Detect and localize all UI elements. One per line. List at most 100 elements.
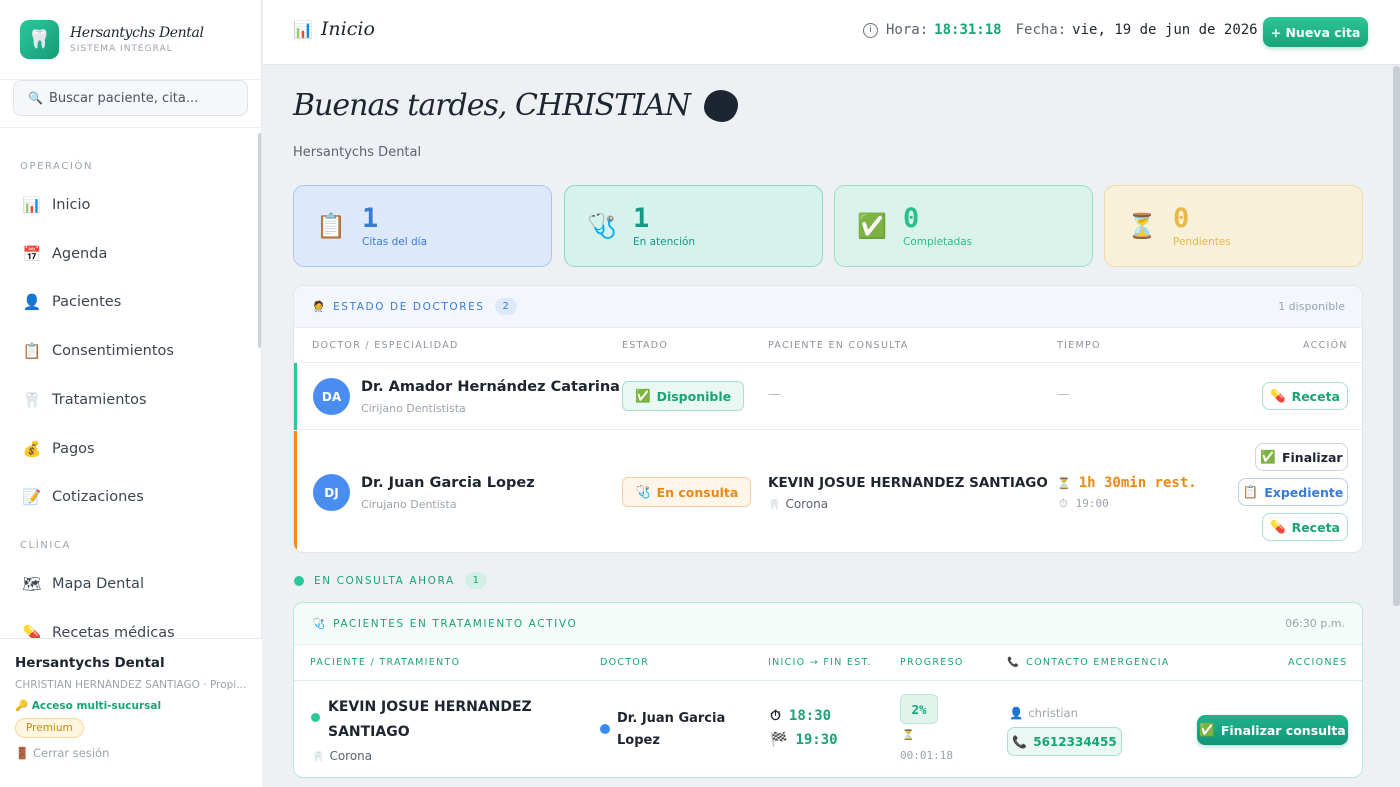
column-header: ACCIÓN [1303,340,1348,351]
sidebar-item-pacientes[interactable]: 👤 Pacientes [22,287,242,317]
sidebar-item-tratamientos[interactable]: 🦷 Tratamientos [22,385,242,415]
in-consult-header: EN CONSULTA AHORA 1 [294,572,487,589]
card-title: ESTADO DE DOCTORES [333,300,485,313]
sidebar-item-mapa-dental[interactable]: 🗺 Mapa Dental [22,569,242,599]
clipboard-icon: 📋 [22,342,42,360]
button-label: Finalizar consulta [1220,722,1346,738]
door-icon: 🚪 [15,746,33,760]
logout-link[interactable]: 🚪 Cerrar sesión [15,746,247,760]
chart-icon: 📊 [22,196,42,214]
contact-name: 👤 christian [1009,706,1078,720]
sidebar-item-agenda[interactable]: 📅 Agenda [22,239,242,269]
new-appointment-button[interactable]: + Nueva cita [1263,17,1368,47]
org-name: Hersantychs Dental [15,655,165,671]
time-empty: — [1057,387,1070,402]
clock: i Hora: 18:31:18 Fecha: vie, 19 de jun d… [863,22,1258,38]
doctor-specialty: Cirujano Dentista [361,498,457,511]
table-row: DJ Dr. Juan Garcia Lopez Cirujano Dentis… [294,431,1362,552]
check-icon: ✅ [1199,722,1215,737]
column-header: DOCTOR [600,657,650,668]
search-placeholder: Buscar paciente, cita... [48,90,199,106]
sidebar-item-consentimientos[interactable]: 📋 Consentimientos [22,336,242,366]
brand-name: Hersantychs Dental [70,25,204,41]
sidebar-item-cotizaciones[interactable]: 📝 Cotizaciones [22,482,242,512]
logout-label: Cerrar sesión [32,746,110,760]
nav-section-operacion: OPERACIÓN [20,161,94,172]
sidebar-item-label: Mapa Dental [52,576,144,592]
start-time: ⏱ 18:30 [770,708,831,724]
status-badge: 🩺 En consulta [622,477,752,507]
doctor-icon: 🧑‍⚕️ [312,301,326,313]
status-indicator [294,363,297,430]
map-icon: 🗺 [22,575,42,593]
chart-icon: 📊 [293,19,313,39]
stat-value: 1 [362,203,379,234]
elapsed-time: 00:01:18 [900,749,953,762]
prescription-button[interactable]: 💊 Receta [1262,382,1348,410]
search-input[interactable]: 🔍 Buscar paciente, cita... [13,80,248,116]
stat-card-pendientes[interactable]: ⏳ 0 Pendientes [1104,185,1363,267]
record-button[interactable]: 📋 Expediente [1238,478,1348,506]
date-value: vie, 19 de jun de 2026 [1072,22,1258,38]
greeting-subtitle: Hersantychs Dental [293,145,422,160]
check-icon: ✅ [635,388,651,403]
stat-card-completadas[interactable]: ✅ 0 Completadas [834,185,1093,267]
doctor-name-line2: Lopez [617,733,660,748]
clipboard-icon: 📋 [1242,484,1259,499]
column-header-label: CONTACTO EMERGENCIA [1026,657,1170,668]
stethoscope-icon: 🩺 [312,618,326,630]
stopwatch-icon: ⏱ [770,708,781,724]
stat-card-atencion[interactable]: 🩺 1 En atención [564,185,823,267]
end-time: 🏁 19:30 [770,732,838,748]
finish-consult-button[interactable]: ✅ Finalizar consulta [1197,715,1348,745]
status-label: Disponible [656,388,732,404]
tooth-icon: 🦷 [22,391,42,409]
sidebar-item-label: Inicio [52,197,91,213]
column-header: PACIENTE EN CONSULTA [768,340,909,351]
phone-icon: 📞 [1012,734,1028,749]
access-label: 🔑 Acceso multi-sucursal [15,700,162,712]
calendar-icon: 📅 [22,245,42,263]
column-header: INICIO → FIN EST. [768,657,872,668]
stat-label: Citas del día [362,236,428,248]
treatment-label: Corona [329,749,373,763]
page-title: 📊 Inicio [293,18,375,40]
nav-section-clinica: CLÍNICA [20,540,71,551]
column-header: PACIENTE / TRATAMIENTO [310,657,461,668]
clock-icon: ⏱ [1059,497,1068,510]
stat-card-citas[interactable]: 📋 1 Citas del día [293,185,552,267]
topbar: 📊 Inicio i Hora: 18:31:18 Fecha: vie, 19… [263,0,1400,65]
active-treatment-card: 🩺 PACIENTES EN TRATAMIENTO ACTIVO 06:30 … [293,602,1363,778]
stat-value: 1 [633,203,650,234]
treatment-label: Corona [785,497,829,511]
table-row: KEVIN JOSUE HERNANDEZ SANTIAGO 🦷 Corona Dr… [294,681,1362,777]
patient-empty: — [768,387,781,402]
status-label: En consulta [656,484,739,500]
hourglass-icon: ⏳ [1057,477,1071,490]
page-scrollbar[interactable] [1393,66,1400,606]
card-header: 🧑‍⚕️ ESTADO DE DOCTORES 2 1 disponible [294,286,1362,328]
pill-icon: 💊 [1270,388,1286,403]
info-icon: i [863,22,878,38]
table-row: DA Dr. Amador Hernández Catarina Cirijan… [294,363,1362,430]
page-title-text: Inicio [320,18,375,40]
count-badge: 2 [494,298,517,315]
phone-button[interactable]: 📞 5612334455 [1007,727,1122,756]
brand[interactable]: 🦷 Hersantychs Dental SISTEMA INTEGRAL [0,0,261,80]
sidebar-item-inicio[interactable]: 📊 Inicio [22,190,242,220]
phone-icon: 📞 [1007,657,1021,668]
sidebar-item-pagos[interactable]: 💰 Pagos [22,434,242,464]
sidebar: 🦷 Hersantychs Dental SISTEMA INTEGRAL 🔍 … [0,0,262,787]
sidebar-scrollbar[interactable] [258,133,261,348]
available-count: 1 disponible [1278,300,1345,313]
prescription-button[interactable]: 💊 Receta [1262,513,1348,541]
greeting-title: Buenas tardes, CHRISTIAN [293,88,738,123]
stethoscope-icon: 🩺 [635,484,651,499]
finish-button[interactable]: ✅ Finalizar [1255,443,1348,471]
doctor-name: Dr. Amador Hernández Catarina [361,379,620,395]
stat-value: 0 [1173,203,1190,234]
avatar: DA [313,378,350,415]
sidebar-footer: Hersantychs Dental CHRISTIAN HERNÁNDEZ S… [0,638,262,787]
count-badge: 1 [464,572,487,589]
stethoscope-icon: 🩺 [587,212,617,240]
